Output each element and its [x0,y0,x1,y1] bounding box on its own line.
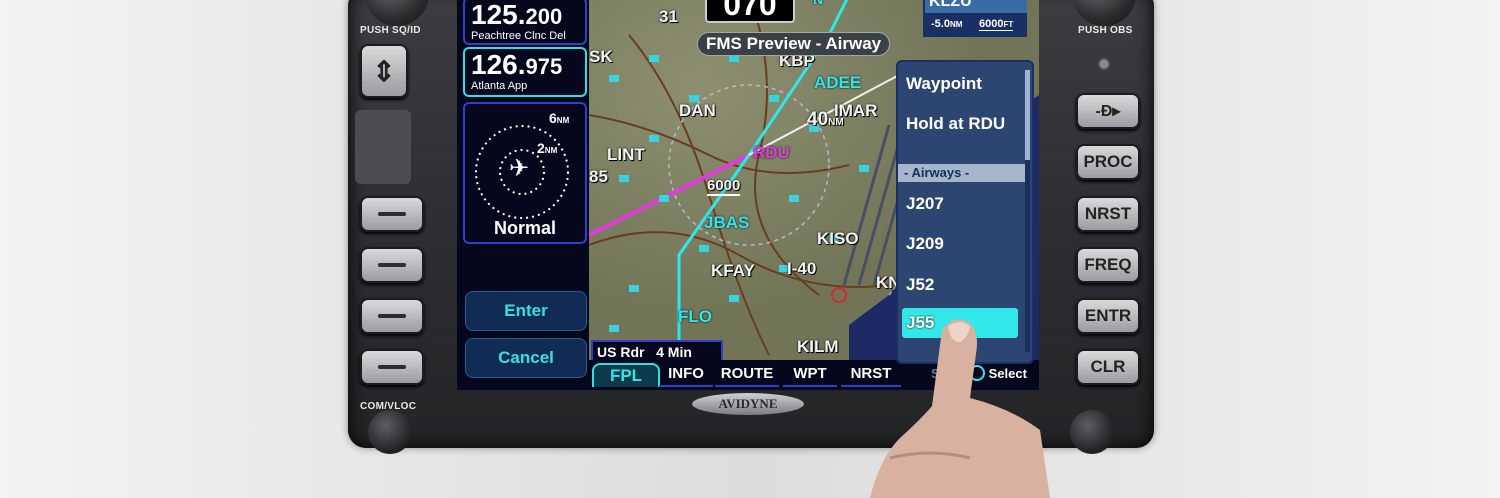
airway-j52[interactable]: J52 [906,275,934,295]
map-label-kiso: KISO [817,229,859,248]
tab-wpt[interactable]: WPT [783,363,837,387]
waypoint-offset: -5.0NM [931,18,963,30]
freq-button[interactable]: FREQ [1076,247,1140,283]
com-vloc-label: COM/VLOC [360,401,417,412]
standby-com-frequency[interactable]: 126.975 Atlanta App [463,47,587,97]
menu-section-airways: - Airways - [898,164,1026,182]
traffic-mode: Normal [493,218,556,238]
airway-j209[interactable]: J209 [906,234,944,254]
map-label-altitude: 6000 [707,177,741,196]
status-led [1098,58,1110,70]
map-label-lint: LINT [607,145,645,164]
cancel-softkey[interactable]: Cancel [465,338,587,378]
map-label-kfay: KFAY [711,261,755,280]
map-range-label: 40NM [807,109,844,130]
clr-button[interactable]: CLR [1076,349,1140,385]
map-label-sk: SK [589,47,613,66]
traffic-panel[interactable]: ✈ 6NM 2NM Normal [463,102,587,244]
left-bottom-knob[interactable] [368,410,412,454]
map-label-flo: FLO [678,307,712,326]
waypoint-ident: KLZU [925,0,1027,13]
waypoint-altitude: 6000FT [979,18,1014,31]
swap-button[interactable]: ⇕ [360,44,408,98]
swap-arrows-icon: ⇕ [372,55,396,87]
active-station-name: Peachtree Clnc Del [471,30,566,42]
aircraft-icon: ✈ [509,155,530,182]
tab-info[interactable]: INFO [659,363,713,387]
map-label-adee: ADEE [814,73,862,92]
map-label-dan: DAN [679,101,716,120]
direct-to-icon: -Ð▸ [1095,103,1121,120]
compass-north: N [813,0,823,7]
map-label-85: 85 [589,167,608,186]
push-sqid-label: PUSH SQ/ID [360,25,421,36]
line-select-key-4[interactable] [360,349,424,385]
standby-station-name: Atlanta App [471,80,528,92]
heading-box: 070 [705,0,795,23]
traffic-inner-range: 2NM [537,140,558,156]
map-title: FMS Preview - Airway [697,32,891,56]
entr-button[interactable]: ENTR [1076,298,1140,334]
map-label-rdu: RDU [753,143,790,162]
line-select-key-1[interactable] [360,196,424,232]
map-label-i40: I-40 [787,259,817,278]
menu-item-hold[interactable]: Hold at RDU [906,114,1005,134]
tab-fpl[interactable]: FPL [592,363,660,387]
line-select-key-3[interactable] [360,298,424,334]
waypoint-info-box: KLZU -5.0NM 6000FT [923,0,1027,37]
avidyne-logo: AVIDYNE [692,393,804,415]
tab-route[interactable]: ROUTE [715,363,779,387]
push-obs-label: PUSH OBS [1078,25,1133,36]
map-label-kilm: KILM [797,337,839,356]
proc-button[interactable]: PROC [1076,144,1140,180]
map-label-31: 31 [659,7,678,26]
finger-image [870,319,1050,498]
active-com-frequency[interactable]: 125.200 Peachtree Clnc Del [463,0,587,45]
direct-to-button[interactable]: -Ð▸ [1076,93,1140,129]
traffic-outer-range: 6NM [549,110,570,126]
right-bottom-knob[interactable] [1070,410,1114,454]
nrst-button[interactable]: NRST [1076,196,1140,232]
enter-softkey[interactable]: Enter [465,291,587,331]
map-label-jbas: JBAS [704,213,750,232]
line-select-key-2[interactable] [360,247,424,283]
rocker-pad[interactable] [355,110,411,184]
airway-j207[interactable]: J207 [906,194,944,214]
menu-item-waypoint[interactable]: Waypoint [906,74,982,94]
